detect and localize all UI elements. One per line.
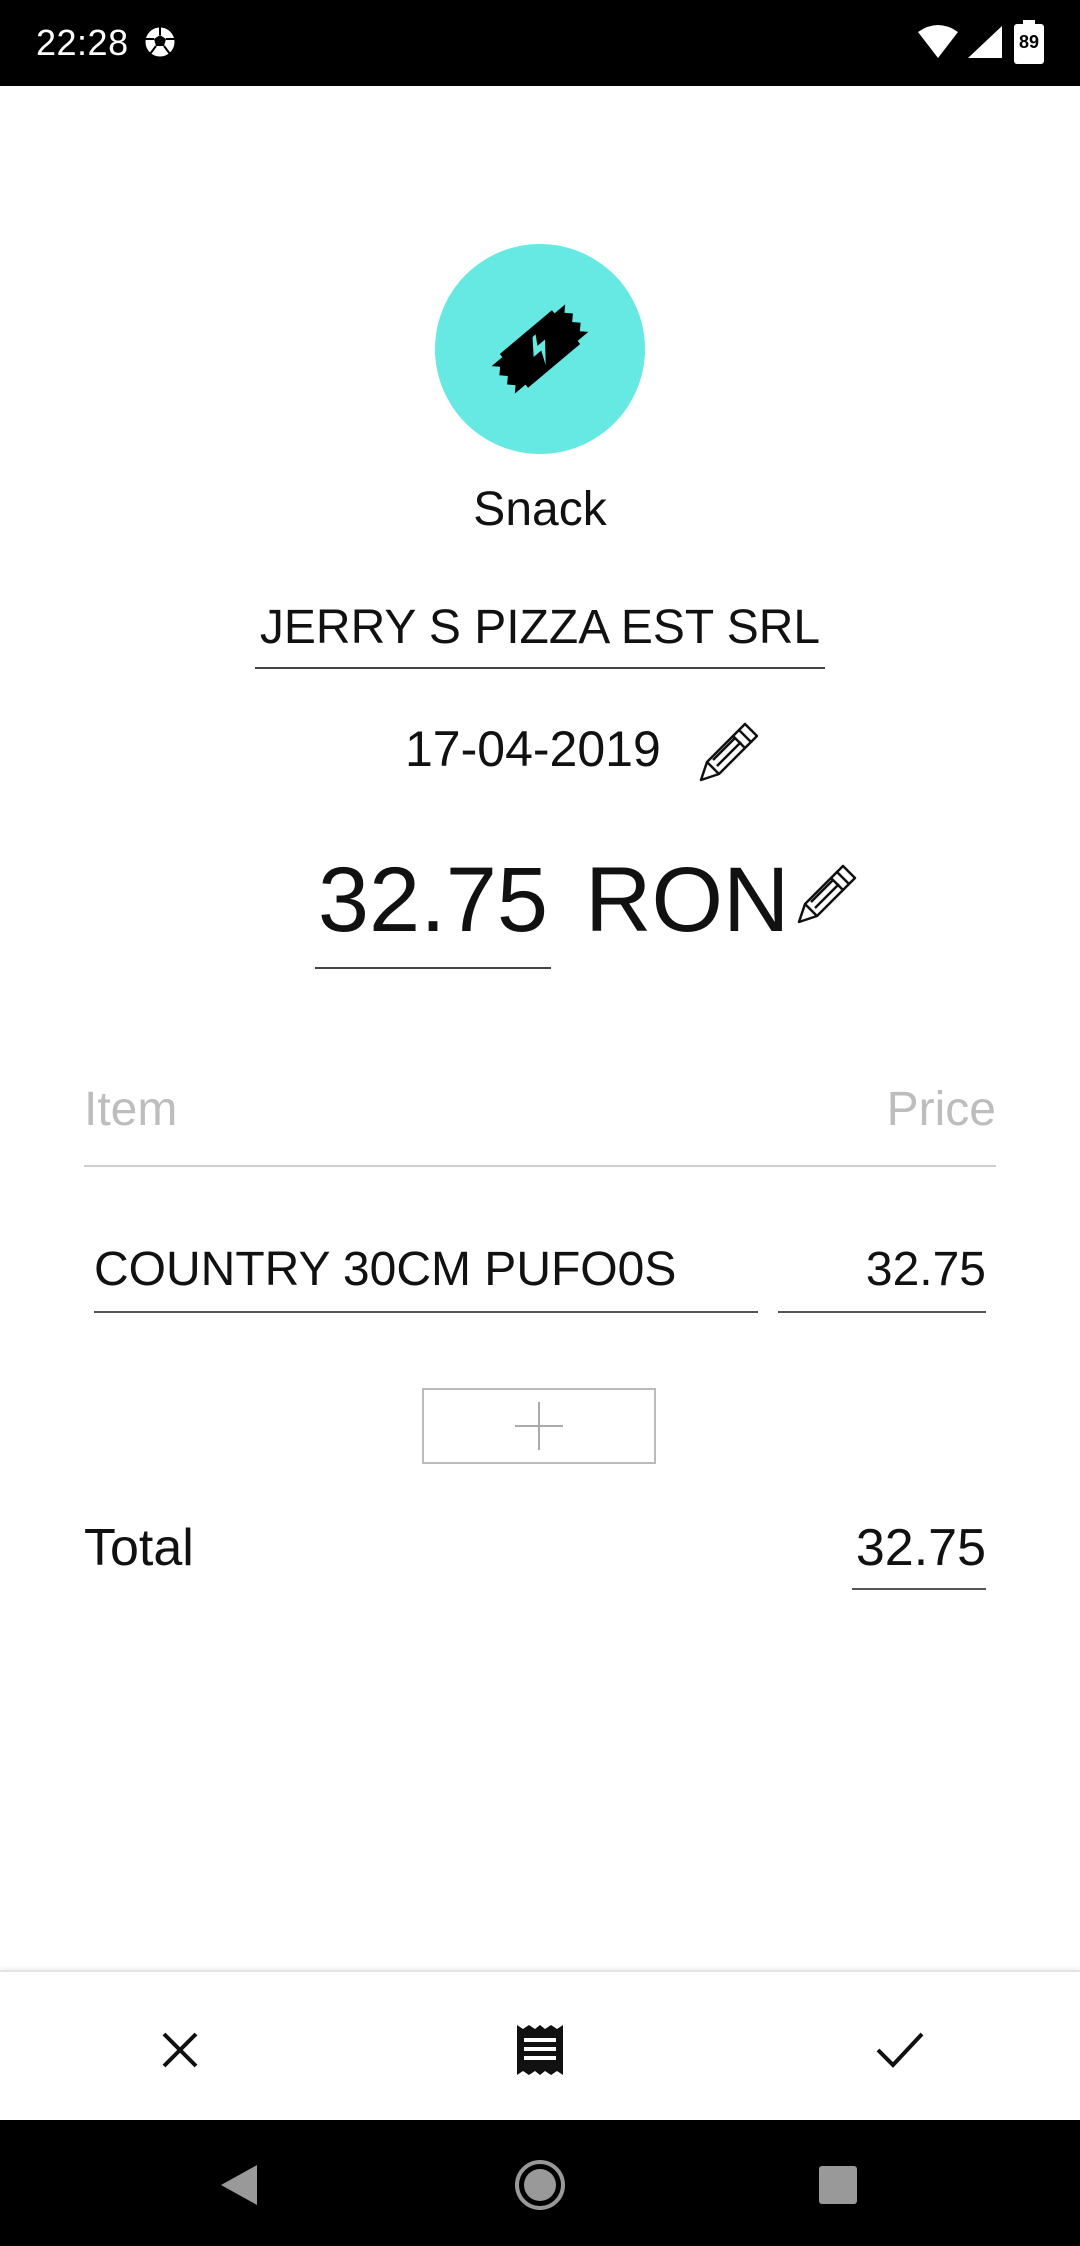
table-header-divider — [84, 1165, 996, 1167]
column-header-price: Price — [886, 1083, 996, 1136]
checkmark-icon — [876, 2032, 924, 2068]
recents-button[interactable] — [803, 2150, 873, 2220]
item-price-field[interactable]: 32.75 — [778, 1242, 986, 1313]
status-bar: 22:28 89 — [0, 0, 1080, 86]
recents-icon — [819, 2166, 857, 2204]
battery-level: 89 — [1018, 32, 1040, 52]
close-icon — [162, 2032, 198, 2068]
merchant-field[interactable]: JERRY S PIZZA EST SRL — [255, 600, 825, 669]
snack-bar-icon — [491, 304, 589, 394]
plus-icon — [515, 1402, 563, 1450]
total-label: Total — [84, 1519, 194, 1577]
signal-icon — [968, 26, 1002, 58]
cancel-button[interactable] — [140, 2010, 220, 2090]
currency-label[interactable]: RON — [585, 848, 789, 953]
category-label: Snack — [473, 483, 607, 536]
back-icon — [221, 2165, 257, 2205]
column-header-item: Item — [84, 1083, 178, 1136]
back-button[interactable] — [204, 2150, 274, 2220]
pencil-icon[interactable] — [695, 720, 761, 786]
add-item-button[interactable] — [422, 1388, 656, 1464]
battery-icon: 89 — [1012, 20, 1046, 66]
home-icon — [515, 2160, 565, 2210]
item-name-field[interactable]: COUNTRY 30CM PUFO0S — [94, 1242, 758, 1313]
receipt-button[interactable] — [500, 2010, 580, 2090]
category-icon-button[interactable] — [435, 244, 645, 454]
system-nav-bar — [0, 2120, 1080, 2246]
date-value: 17-04-2019 — [405, 721, 661, 777]
status-time: 22:28 — [36, 22, 129, 63]
bottom-toolbar — [0, 1970, 1080, 2122]
total-value: 32.75 — [852, 1518, 986, 1590]
amount-field[interactable]: 32.75 — [315, 848, 551, 969]
pencil-icon[interactable] — [793, 862, 859, 928]
soccer-ball-icon — [144, 26, 176, 58]
home-button[interactable] — [505, 2150, 575, 2220]
wifi-icon — [918, 25, 958, 58]
confirm-button[interactable] — [860, 2010, 940, 2090]
receipt-icon — [517, 2025, 563, 2075]
